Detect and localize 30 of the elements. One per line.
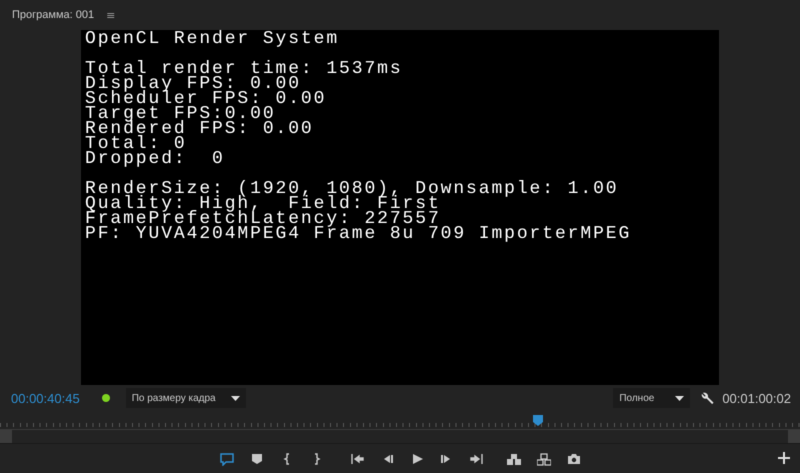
playhead[interactable] <box>533 415 544 426</box>
overlay-text: OpenCL Render System <box>85 32 340 47</box>
quality-dropdown[interactable]: Полное <box>613 388 690 408</box>
current-timecode[interactable]: 00:00:40:45 <box>11 390 80 406</box>
go-to-out-icon <box>470 452 484 466</box>
overlay-text: Display FPS: 0.00 <box>85 77 301 92</box>
marker-icon <box>250 452 264 466</box>
duration-timecode: 00:01:00:02 <box>722 390 791 406</box>
menu-icon[interactable]: ≡ <box>106 8 116 22</box>
zoom-dropdown[interactable]: По размеру кадра <box>126 388 246 408</box>
overlay-text: PF: YUVA4204MPEG4 Frame 8u 709 ImporterMPEG <box>85 227 632 242</box>
overlay-text: Target FPS:0.00 <box>85 107 276 122</box>
add-button[interactable] <box>778 452 792 466</box>
camera-icon <box>566 452 580 466</box>
caret-icon <box>675 396 684 400</box>
extract-icon <box>536 452 550 466</box>
caret-icon <box>230 396 240 400</box>
speech-bubble-icon <box>220 452 234 466</box>
overlay-text: Dropped: 0 <box>85 152 226 167</box>
go-to-in-icon <box>350 452 364 466</box>
scroll-handle[interactable] <box>0 430 12 443</box>
plus-icon <box>778 452 790 464</box>
overlay-text: Scheduler FPS: 0.00 <box>85 92 328 107</box>
lift-icon <box>506 452 520 466</box>
wrench-icon[interactable] <box>701 392 714 404</box>
overlay-text: FramePrefetchLatency: 227557 <box>85 212 441 227</box>
panel-title: Программа: 001 <box>12 9 94 21</box>
status-dot-icon <box>102 394 110 402</box>
zoom-scrollbar[interactable] <box>0 430 800 444</box>
scroll-handle[interactable] <box>788 430 800 443</box>
